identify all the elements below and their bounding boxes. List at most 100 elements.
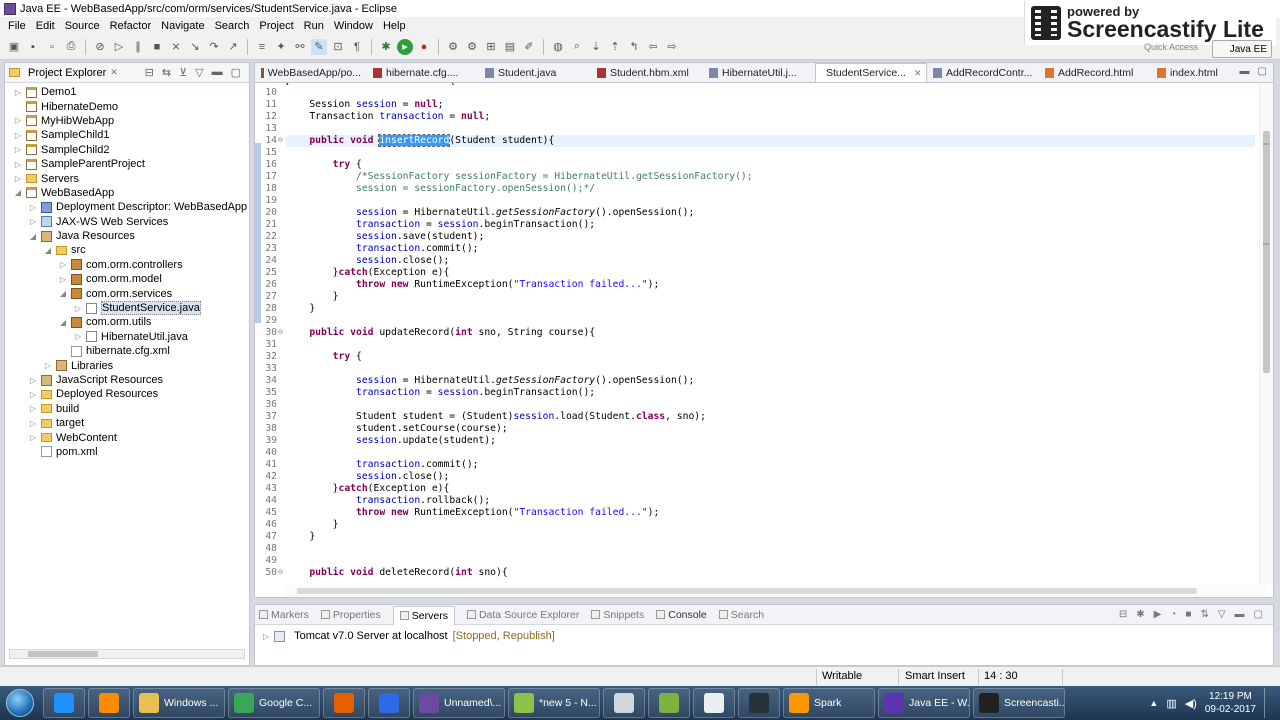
- menu-search[interactable]: Search: [215, 20, 250, 32]
- fold-toggle-icon[interactable]: ⊖: [278, 327, 283, 336]
- tree-item[interactable]: ◢ Java Resources: [5, 229, 249, 243]
- code-line[interactable]: transaction = session.beginTransaction()…: [286, 219, 595, 231]
- clock[interactable]: 12:19 PM 09-02-2017: [1205, 690, 1256, 716]
- suspend-icon[interactable]: ∥: [130, 39, 146, 55]
- run-icon[interactable]: ▸: [397, 38, 413, 55]
- terminate-icon[interactable]: ■: [149, 39, 165, 55]
- minimize-icon[interactable]: ▬: [1235, 609, 1245, 620]
- code-line[interactable]: }: [286, 291, 339, 303]
- tree-item[interactable]: ▷ Deployment Descriptor: WebBasedApp: [5, 200, 249, 214]
- new-server-icon[interactable]: ⚙: [445, 39, 461, 55]
- annotation-next-icon[interactable]: ⇣: [588, 39, 604, 55]
- expand-toggle-icon[interactable]: ▷: [73, 332, 83, 341]
- taskbar-screencastify[interactable]: Screencasti...: [973, 688, 1065, 718]
- panel-tab[interactable]: Properties: [320, 609, 381, 621]
- taskbar-eclipse[interactable]: Java EE - W...: [878, 688, 970, 718]
- menu-run[interactable]: Run: [304, 20, 324, 32]
- taskbar-snipping[interactable]: [693, 688, 735, 718]
- expand-toggle-icon[interactable]: ▷: [73, 304, 83, 313]
- link-icon[interactable]: ⚯: [292, 39, 308, 55]
- code-line[interactable]: }catch(Exception e){: [286, 483, 450, 495]
- horizontal-scrollbar[interactable]: [9, 649, 245, 659]
- publish-icon[interactable]: ⇅: [1200, 609, 1208, 620]
- forward-icon[interactable]: ⇨: [664, 39, 680, 55]
- minimize-icon[interactable]: ▬: [1240, 66, 1250, 77]
- search-icon[interactable]: ⌕: [569, 39, 585, 55]
- expand-toggle-icon[interactable]: ◢: [58, 289, 68, 298]
- menu-refactor[interactable]: Refactor: [110, 20, 152, 32]
- debug-icon[interactable]: ✱: [378, 39, 394, 55]
- code-area[interactable]: 91011121314⊖1516171819202122232425262728…: [255, 83, 1255, 585]
- print-icon[interactable]: ⎙: [63, 39, 79, 55]
- expand-toggle-icon[interactable]: ▷: [13, 131, 23, 140]
- pilcrow-icon[interactable]: ¶: [349, 39, 365, 55]
- tree-item[interactable]: ◢ WebBasedApp: [5, 186, 249, 200]
- skip-breakpoints-icon[interactable]: ⊘: [92, 39, 108, 55]
- panel-tab[interactable]: Markers: [259, 609, 309, 621]
- scrollbar-thumb[interactable]: [297, 588, 1197, 594]
- panel-tab[interactable]: Servers: [392, 605, 455, 625]
- editor-tab[interactable]: AddRecord.html: [1039, 63, 1151, 82]
- debug-server-icon[interactable]: ✱: [1136, 609, 1144, 620]
- code-line[interactable]: session.close();: [286, 471, 449, 483]
- panel-tab[interactable]: Console: [656, 609, 707, 621]
- taskbar-ie[interactable]: [43, 688, 85, 718]
- tree-item[interactable]: ▷ HibernateUtil.java: [5, 330, 249, 344]
- close-icon[interactable]: ✕: [110, 67, 118, 78]
- editor-tab[interactable]: Student.java: [479, 63, 591, 82]
- expand-toggle-icon[interactable]: ▷: [13, 116, 23, 125]
- expand-toggle-icon[interactable]: ▷: [13, 145, 23, 154]
- taskbar-spark[interactable]: Spark: [783, 688, 875, 718]
- editor-tab[interactable]: hibernate.cfg....: [367, 63, 479, 82]
- vertical-scrollbar[interactable]: [1259, 83, 1273, 585]
- fold-toggle-icon[interactable]: ⊖: [278, 135, 283, 144]
- server-row[interactable]: ▷ Tomcat v7.0 Server at localhost [Stopp…: [263, 630, 555, 642]
- editor-tab[interactable]: HibernateUtil.j...: [703, 63, 815, 82]
- tree-item[interactable]: pom.xml: [5, 445, 249, 459]
- tree-item[interactable]: ▷ SampleChild1: [5, 128, 249, 142]
- volume-icon[interactable]: ◀): [1185, 697, 1197, 710]
- scrollbar-thumb[interactable]: [1263, 131, 1270, 373]
- expand-toggle-icon[interactable]: ◢: [28, 232, 38, 241]
- taskbar-app2[interactable]: [648, 688, 690, 718]
- code-line[interactable]: throw new RuntimeException("Transaction …: [286, 507, 659, 519]
- expand-toggle-icon[interactable]: ▷: [13, 174, 23, 183]
- code-line[interactable]: session.close();: [286, 255, 449, 267]
- taskbar-explorer[interactable]: Windows ...: [133, 688, 225, 718]
- panel-tab[interactable]: Search: [718, 609, 764, 621]
- last-edit-icon[interactable]: ↰: [626, 39, 642, 55]
- tree-item[interactable]: ◢ com.orm.services: [5, 286, 249, 300]
- menu-navigate[interactable]: Navigate: [161, 20, 204, 32]
- expand-toggle-icon[interactable]: ◢: [43, 246, 53, 255]
- tree-item[interactable]: ◢ com.orm.utils: [5, 315, 249, 329]
- quick-access-field[interactable]: Quick Access: [1144, 42, 1198, 52]
- expand-toggle-icon[interactable]: ▷: [28, 217, 38, 226]
- tree-item[interactable]: ▷ WebContent: [5, 430, 249, 444]
- start-button[interactable]: [0, 686, 40, 720]
- fold-toggle-icon[interactable]: ⊖: [278, 567, 283, 576]
- code-line[interactable]: transaction = session.beginTransaction()…: [286, 387, 595, 399]
- new-icon[interactable]: ▣: [6, 39, 22, 55]
- code-line[interactable]: }: [286, 303, 315, 315]
- view-menu-icon[interactable]: ▽: [1218, 609, 1226, 620]
- menu-edit[interactable]: Edit: [36, 20, 55, 32]
- perspective-java-ee[interactable]: Java EE: [1212, 40, 1272, 58]
- step-return-icon[interactable]: ↗: [225, 39, 241, 55]
- taskbar-intellij[interactable]: [368, 688, 410, 718]
- tree-item[interactable]: ▷ com.orm.model: [5, 272, 249, 286]
- menu-project[interactable]: Project: [259, 20, 293, 32]
- menu-help[interactable]: Help: [383, 20, 406, 32]
- annotation-prev-icon[interactable]: ⇡: [607, 39, 623, 55]
- filter-icon[interactable]: ⊻: [179, 66, 187, 79]
- start-server-icon[interactable]: ▶: [1154, 609, 1162, 620]
- code-line[interactable]: session = HibernateUtil.getSessionFactor…: [286, 375, 694, 387]
- maximize-icon[interactable]: ▢: [231, 66, 241, 79]
- menu-source[interactable]: Source: [65, 20, 100, 32]
- network-icon[interactable]: ▥: [1166, 697, 1176, 710]
- taskbar-app1[interactable]: [603, 688, 645, 718]
- panel-tab[interactable]: Data Source Explorer: [466, 609, 579, 621]
- code-line[interactable]: session = sessionFactory.openSession();*…: [286, 183, 595, 195]
- tree-item[interactable]: ▷ build: [5, 402, 249, 416]
- new-package-icon[interactable]: ⊞: [483, 39, 499, 55]
- disconnect-icon[interactable]: ⨯: [168, 39, 184, 55]
